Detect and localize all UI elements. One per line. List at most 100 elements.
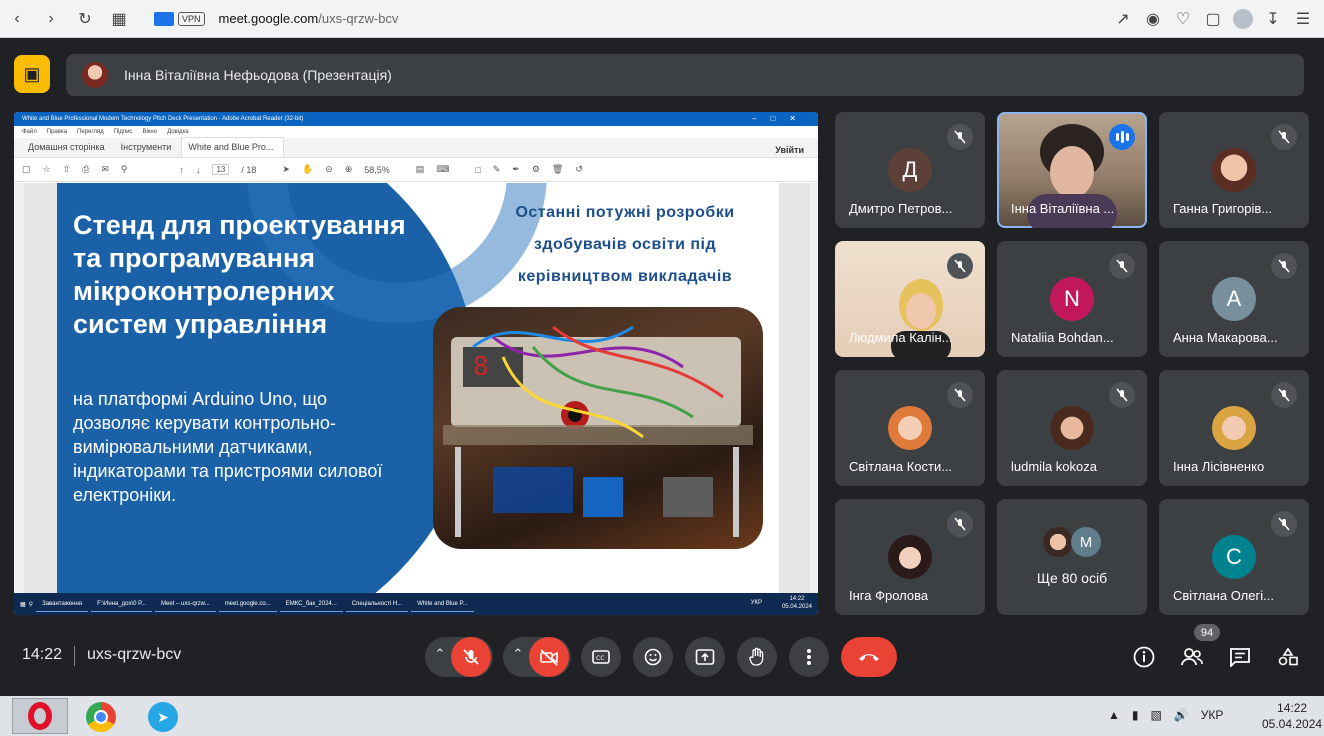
participant-tile[interactable]: Інна Лісівненко	[1159, 370, 1309, 486]
system-tray: ▲ ▮ ▧ 🔊 УКР	[1108, 708, 1223, 722]
share-icon[interactable]: ↗	[1108, 0, 1138, 38]
shared-task-item: F:\Инна_дох\0 Р...	[91, 596, 152, 612]
back-icon[interactable]: ‹	[0, 0, 34, 38]
present-button[interactable]	[685, 637, 725, 677]
participant-name: Інга Фролова	[849, 588, 929, 603]
people-button[interactable]	[1178, 643, 1206, 671]
reload-icon[interactable]: ↻	[68, 0, 102, 38]
mini-avatar	[1043, 527, 1073, 557]
arduino-stand-photo: 8	[433, 307, 763, 549]
heart-icon[interactable]: ♡	[1168, 0, 1198, 38]
vpn-badge[interactable]: VPN	[178, 11, 205, 26]
shared-search-icon: ⚲	[28, 601, 34, 608]
meeting-details-button[interactable]	[1130, 643, 1158, 671]
comment-icon: □	[475, 164, 481, 175]
slide-title: Стенд для проектування та програмування …	[73, 210, 406, 339]
opera-taskbar-icon[interactable]	[12, 698, 68, 734]
zoom-level: 58,5%	[364, 164, 390, 175]
menu-icon[interactable]: ☰	[1288, 0, 1318, 38]
url-host: meet.google.com	[218, 11, 319, 26]
more-options-button[interactable]	[789, 637, 829, 677]
captions-icon: CC	[592, 650, 610, 664]
captions-button[interactable]: CC	[581, 637, 621, 677]
cube-icon[interactable]: ▢	[1198, 0, 1228, 38]
participant-tile-video[interactable]: Людмила Калін...	[835, 241, 985, 357]
participant-tile[interactable]: Ганна Григорів...	[1159, 112, 1309, 228]
presenter-label: Інна Віталіївна Нефьодова (Презентація)	[124, 67, 392, 83]
slide-side-title: Останні потужні розробки здобувачів осві…	[515, 204, 735, 285]
arduino-stand-illustration: 8	[443, 325, 753, 537]
address-bar[interactable]: meet.google.com/uxs-qrzw-bcv	[219, 11, 399, 26]
snapshot-icon[interactable]: ◉	[1138, 0, 1168, 38]
participant-avatar	[1050, 406, 1094, 450]
participant-tile[interactable]: A Анна Макарова...	[1159, 241, 1309, 357]
chrome-taskbar-icon[interactable]	[86, 702, 116, 732]
profile-icon[interactable]	[1228, 0, 1258, 38]
mic-muted-icon	[1109, 382, 1135, 408]
meeting-time: 14:22	[22, 646, 63, 663]
end-call-icon	[859, 654, 879, 661]
acrobat-tab-document: White and Blue Pro...	[181, 137, 285, 157]
divider	[74, 646, 75, 666]
chat-icon	[1230, 648, 1250, 667]
tray-chevron-icon[interactable]: ▲	[1108, 708, 1120, 722]
forward-icon[interactable]: ›	[34, 0, 68, 38]
participant-tile[interactable]: Світлана Кости...	[835, 370, 985, 486]
acrobat-tab-tools: Інструменти	[120, 142, 172, 152]
shared-task-item: Завантаження	[36, 596, 89, 612]
people-icon	[1181, 648, 1203, 666]
hand-icon	[749, 647, 764, 666]
activities-button[interactable]	[1274, 643, 1302, 671]
participant-avatar: Д	[888, 148, 932, 192]
volume-icon[interactable]: 🔊	[1174, 708, 1189, 722]
mic-muted-icon	[1271, 253, 1297, 279]
shared-start-icon: ▦	[20, 601, 26, 608]
shared-task-item: meet.google.co...	[218, 596, 277, 612]
raise-hand-button[interactable]	[737, 637, 777, 677]
chevron-up-icon[interactable]: ⌃	[433, 647, 447, 661]
taskbar-clock[interactable]: 14:22 05.04.2024	[1262, 700, 1322, 732]
more-participants-label: Ще 80 осіб	[1036, 570, 1108, 586]
rotate-icon: ↺	[575, 164, 583, 174]
participant-tile[interactable]: Інга Фролова	[835, 499, 985, 615]
more-participants-tile[interactable]: M Ще 80 осіб	[997, 499, 1147, 615]
mic-muted-icon	[1109, 253, 1135, 279]
tabs-grid-icon[interactable]: ▦	[102, 0, 136, 38]
taskbar-lang[interactable]: УКР	[1201, 708, 1224, 722]
shared-task-item: Meet – uxs-qrzw...	[155, 596, 216, 612]
signal-icon[interactable]: ▧	[1151, 708, 1162, 722]
mic-muted-icon	[947, 511, 973, 537]
participant-tile[interactable]: N Nataliia Bohdan...	[997, 241, 1147, 357]
meet-camera-icon	[154, 11, 174, 26]
menu-item: Довідка	[167, 129, 189, 135]
fit-icon: ▤	[415, 164, 425, 174]
more-vert-icon	[807, 649, 811, 665]
taskbar-date: 05.04.2024	[1262, 717, 1323, 731]
shared-taskbar: ▦ ⚲ Завантаження F:\Инна_дох\0 Р... Meet…	[14, 593, 818, 615]
battery-icon[interactable]: ▮	[1132, 708, 1139, 722]
acrobat-tab-home: Домашня сторінка	[28, 142, 105, 152]
mic-muted-icon	[1271, 124, 1297, 150]
mic-toggle-button[interactable]	[451, 637, 491, 677]
keyboard-icon: ⌨	[436, 164, 450, 174]
menu-item: Підпис	[113, 129, 133, 135]
mini-avatar-initial: M	[1071, 527, 1101, 557]
participant-name: Інна Віталіївна ...	[1011, 201, 1115, 216]
slide: Стенд для проектування та програмування …	[57, 183, 779, 593]
participant-tile[interactable]: Д Дмитро Петров...	[835, 112, 985, 228]
reactions-button[interactable]	[633, 637, 673, 677]
browser-toolbar: ‹ › ↻ ▦ VPN meet.google.com/uxs-qrzw-bcv…	[0, 0, 1324, 38]
camera-toggle-button[interactable]	[529, 637, 569, 677]
participant-tile-presenter[interactable]: Інна Віталіївна ...	[997, 112, 1147, 228]
presentation-indicator-icon[interactable]: ▣	[14, 55, 50, 93]
participant-tile[interactable]: ludmila kokoza	[997, 370, 1147, 486]
chat-button[interactable]	[1226, 643, 1254, 671]
participant-name: Дмитро Петров...	[849, 201, 953, 216]
participant-avatar	[888, 406, 932, 450]
telegram-taskbar-icon[interactable]: ➤	[148, 702, 178, 732]
leave-call-button[interactable]	[841, 637, 897, 677]
participant-tile[interactable]: C Світлана Олегі...	[1159, 499, 1309, 615]
shared-time: 14:22	[789, 596, 805, 602]
chevron-up-icon[interactable]: ⌃	[511, 647, 525, 661]
download-icon[interactable]: ↧	[1258, 0, 1288, 38]
